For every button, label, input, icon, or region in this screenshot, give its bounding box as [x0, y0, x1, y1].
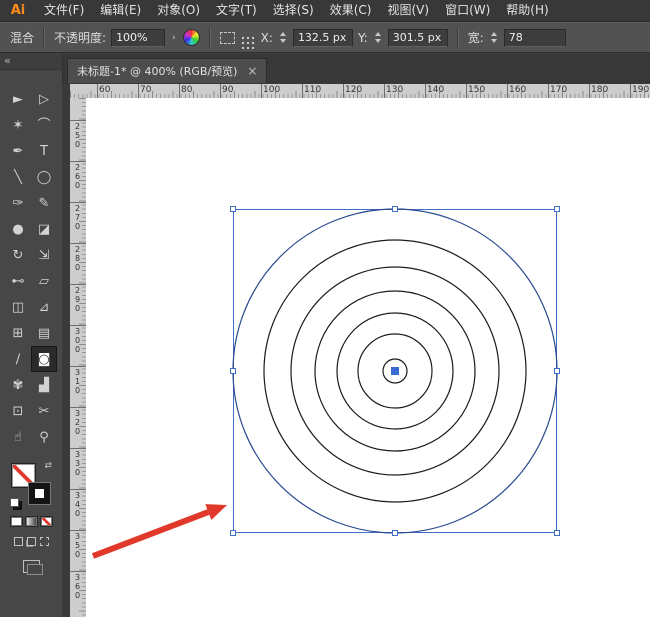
control-bar: 混合 不透明度: 100% › X: 132.5 px Y: 301.5 px … — [0, 22, 650, 53]
blend-tool[interactable]: ◙ — [31, 346, 57, 372]
symbol-sprayer-tool[interactable]: ✾ — [5, 372, 31, 398]
menu-item[interactable]: 文字(T) — [208, 0, 265, 21]
menu-items: 文件(F) 编辑(E) 对象(O) 文字(T) 选择(S) 效果(C) 视图(V… — [36, 0, 557, 21]
zoom-tool[interactable]: ⚲ — [31, 424, 57, 450]
tab-close-icon[interactable]: × — [247, 65, 257, 77]
bounding-box-icon[interactable] — [219, 31, 235, 44]
blob-brush-tool[interactable]: ● — [5, 216, 31, 242]
type-tool[interactable]: T — [31, 138, 57, 164]
eraser-tool[interactable]: ◪ — [31, 216, 57, 242]
width-label: 宽: — [467, 31, 484, 45]
screen-mode-icon[interactable] — [22, 560, 43, 575]
document-tab-title: 未标题-1* @ 400% (RGB/预览) — [77, 65, 238, 78]
menu-item[interactable]: 选择(S) — [265, 0, 322, 21]
y-stepper[interactable] — [373, 30, 383, 46]
pen-tool[interactable]: ✒ — [5, 138, 31, 164]
separator — [43, 27, 46, 48]
menubar: Ai 文件(F) 编辑(E) 对象(O) 文字(T) 选择(S) 效果(C) 视… — [0, 0, 650, 22]
rotate-tool[interactable]: ↻ — [5, 242, 31, 268]
lasso-tool[interactable]: ⌒ — [31, 112, 57, 138]
stroke-swatch[interactable] — [29, 483, 50, 504]
drawing-mode-buttons — [8, 537, 54, 546]
draw-inside-icon[interactable] — [39, 537, 49, 546]
paintbrush-tool[interactable]: ✑ — [5, 190, 31, 216]
free-transform-tool[interactable]: ▱ — [31, 268, 57, 294]
column-graph-tool[interactable]: ▟ — [31, 372, 57, 398]
menu-item[interactable]: 窗口(W) — [437, 0, 498, 21]
magic-wand-tool[interactable]: ✶ — [5, 112, 31, 138]
recolor-artwork-icon[interactable] — [182, 29, 200, 46]
gradient-tool[interactable]: ▤ — [31, 320, 57, 346]
hand-tool[interactable]: ☝ — [5, 424, 31, 450]
context-label: 混合 — [10, 31, 35, 45]
menu-item[interactable]: 文件(F) — [36, 0, 92, 21]
fill-stroke-swatches: ⇄ — [10, 461, 52, 507]
toolbar-panel: « ► ▷ ✶ ⌒ ✒ T ╲ ◯ ✑ ✎ ● ◪ ↻ ⇲ ⊷ ▱ ◫ ⊿ ⊞ … — [0, 54, 63, 617]
ellipse-tool[interactable]: ◯ — [31, 164, 57, 190]
toolbar-collapse-icon[interactable]: « — [0, 54, 62, 70]
y-field[interactable]: 301.5 px — [387, 28, 448, 47]
opacity-field[interactable]: 100% — [111, 28, 166, 47]
menu-item[interactable]: 编辑(E) — [92, 0, 149, 21]
opacity-label: 不透明度: — [54, 31, 107, 45]
width-tool[interactable]: ⊷ — [5, 268, 31, 294]
color-button[interactable] — [9, 516, 23, 527]
x-label: X: — [260, 30, 273, 45]
y-label: Y: — [357, 30, 368, 45]
menu-item[interactable]: 帮助(H) — [498, 0, 556, 21]
opacity-dropdown-icon[interactable]: › — [170, 33, 178, 43]
x-stepper[interactable] — [278, 30, 288, 46]
separator — [208, 27, 211, 48]
eyedropper-tool[interactable]: ∕ — [5, 346, 31, 372]
app-logo: Ai — [10, 3, 26, 18]
artboard-tool[interactable]: ⊡ — [5, 398, 31, 424]
mesh-tool[interactable]: ⊞ — [5, 320, 31, 346]
default-colors-icon[interactable] — [10, 498, 19, 507]
x-field[interactable]: 132.5 px — [292, 28, 353, 47]
direct-selection-tool[interactable]: ▷ — [31, 86, 57, 112]
selection-tool[interactable]: ► — [5, 86, 31, 112]
reference-point-grid-icon[interactable] — [241, 36, 244, 39]
swap-colors-icon[interactable]: ⇄ — [44, 461, 52, 471]
menu-item[interactable]: 视图(V) — [379, 0, 437, 21]
document-tab[interactable]: 未标题-1* @ 400% (RGB/预览) × — [67, 58, 268, 83]
tools-grid: ► ▷ ✶ ⌒ ✒ T ╲ ◯ ✑ ✎ ● ◪ ↻ ⇲ ⊷ ▱ ◫ ⊿ ⊞ ▤ … — [5, 86, 57, 450]
tab-row: 未标题-1* @ 400% (RGB/预览) × — [62, 54, 650, 84]
slice-tool[interactable]: ✂ — [31, 398, 57, 424]
vertical-ruler[interactable]: 250 260 270 280 290 300 310 320 330 340 350 360 — [70, 98, 87, 617]
shape-builder-tool[interactable]: ◫ — [5, 294, 31, 320]
horizontal-ruler[interactable]: 60 70 80 90 100 110 120 130 140 150 160 170 180 190 — [70, 84, 650, 99]
line-tool[interactable]: ╲ — [5, 164, 31, 190]
menu-item[interactable]: 对象(O) — [149, 0, 208, 21]
paint-style-buttons — [7, 516, 55, 527]
width-field[interactable]: 78 — [503, 28, 566, 47]
scale-tool[interactable]: ⇲ — [31, 242, 57, 268]
width-stepper[interactable] — [489, 30, 499, 46]
draw-normal-icon[interactable] — [13, 537, 23, 546]
panel-gap — [62, 84, 70, 617]
menu-item[interactable]: 效果(C) — [322, 0, 380, 21]
separator — [456, 27, 459, 48]
pencil-tool[interactable]: ✎ — [31, 190, 57, 216]
none-button[interactable] — [39, 516, 53, 527]
canvas-area[interactable] — [86, 98, 650, 617]
perspective-grid-tool[interactable]: ⊿ — [31, 294, 57, 320]
draw-behind-icon[interactable] — [26, 537, 36, 546]
canvas-svg[interactable] — [86, 98, 650, 617]
gradient-button[interactable] — [24, 516, 38, 527]
